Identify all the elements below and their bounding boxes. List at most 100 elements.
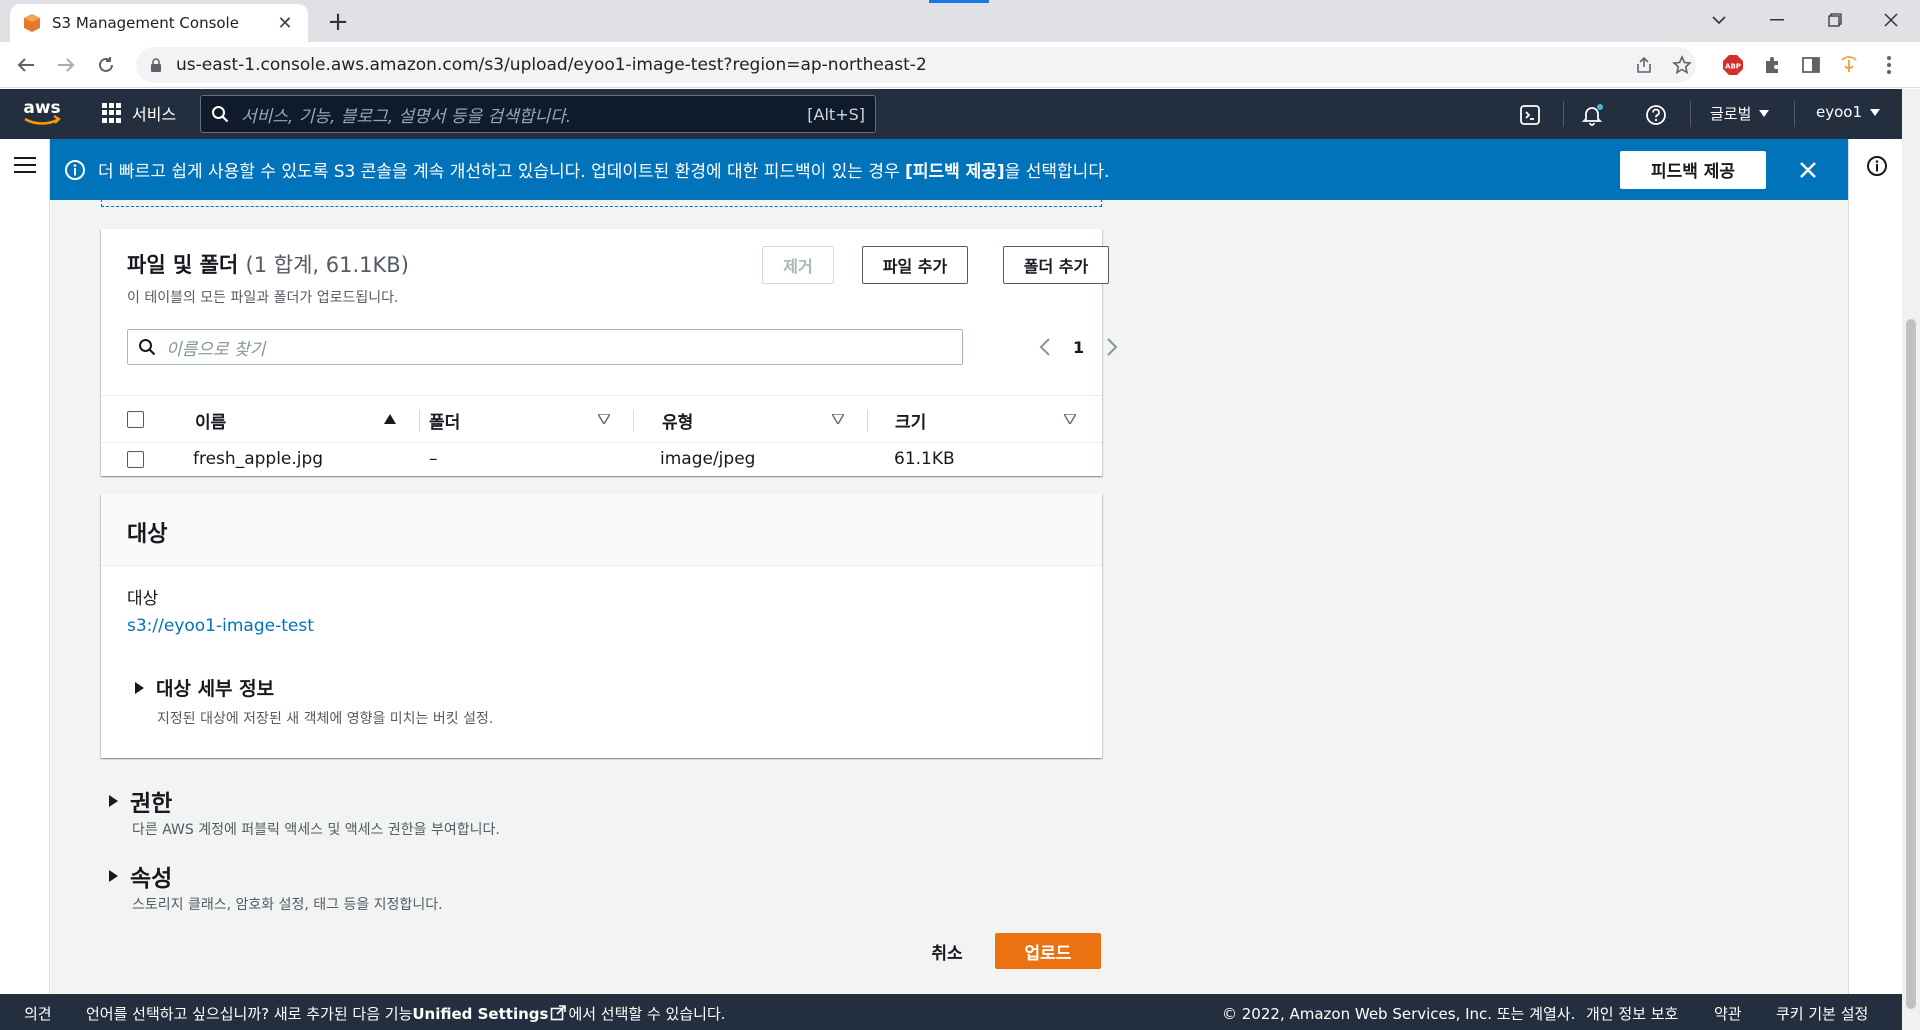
- caret-down-icon: [1759, 110, 1770, 117]
- aws-logo-icon[interactable]: aws: [20, 95, 64, 131]
- minimize-icon[interactable]: [1752, 0, 1802, 40]
- cloudshell-icon[interactable]: [1516, 101, 1544, 129]
- destination-details-expander[interactable]: 대상 세부 정보: [135, 674, 274, 701]
- aws-search-input[interactable]: 서비스, 기능, 블로그, 설명서 등을 검색합니다. [Alt+S]: [200, 95, 876, 133]
- column-header-size[interactable]: 크기: [895, 408, 926, 433]
- banner-message: 더 빠르고 쉽게 사용할 수 있도록 S3 콘솔을 계속 개선하고 있습니다. …: [98, 162, 1110, 182]
- region-label: 글로벌: [1710, 105, 1752, 123]
- forward-arrow-icon[interactable]: [50, 49, 82, 81]
- table-header: 이름 폴더 유형 크기: [101, 395, 1102, 443]
- footer-copyright: © 2022, Amazon Web Services, Inc. 또는 계열사…: [1222, 1005, 1576, 1023]
- remove-button[interactable]: 제거: [762, 246, 834, 284]
- caret-right-icon: [109, 870, 118, 882]
- info-panel-icon[interactable]: [1866, 155, 1888, 177]
- footer-language-message: 언어를 선택하고 싶으십니까? 새로 추가된 다음 기능Unified Sett…: [86, 1005, 726, 1023]
- page-scrollbar[interactable]: [1902, 89, 1920, 1030]
- grid-icon: [102, 103, 122, 123]
- share-icon[interactable]: [1628, 49, 1660, 81]
- url-bar[interactable]: us-east-1.console.aws.amazon.com/s3/uplo…: [136, 47, 1696, 83]
- table-row[interactable]: fresh_apple.jpg – image/jpeg 61.1KB: [101, 443, 1102, 477]
- files-and-folders-panel: 파일 및 폴더 (1 합계, 61.1KB) 이 테이블의 모든 파일과 폴더가…: [101, 229, 1118, 477]
- console-footer: 의견 언어를 선택하고 싶으십니까? 새로 추가된 다음 기능Unified S…: [0, 994, 1902, 1030]
- browser-tab[interactable]: S3 Management Console ✕: [10, 4, 308, 42]
- column-header-type[interactable]: 유형: [662, 408, 693, 433]
- add-files-button[interactable]: 파일 추가: [862, 246, 968, 284]
- permissions-expander[interactable]: 권한: [109, 784, 172, 818]
- pagination: 1: [1039, 333, 1118, 361]
- aws-s3-favicon-icon: [24, 14, 40, 32]
- caret-right-icon: [109, 795, 118, 807]
- services-menu-button[interactable]: 서비스: [102, 101, 176, 125]
- extensions-puzzle-icon[interactable]: [1760, 52, 1786, 78]
- destination-panel-title: 대상: [127, 522, 168, 547]
- close-tab-icon[interactable]: ✕: [274, 12, 296, 34]
- adblock-extension-icon[interactable]: ABP: [1720, 52, 1746, 78]
- search-icon: [212, 106, 229, 123]
- svg-text:ABP: ABP: [1725, 63, 1741, 71]
- chevron-right-icon[interactable]: [1106, 337, 1118, 357]
- properties-description: 스토리지 클래스, 암호화 설정, 태그 등을 지정합니다.: [132, 897, 443, 913]
- region-selector[interactable]: 글로벌: [1710, 103, 1770, 124]
- footer-privacy-link[interactable]: 개인 정보 보호: [1586, 1003, 1678, 1024]
- sort-unsorted-icon[interactable]: [598, 414, 610, 424]
- lock-icon: [151, 57, 161, 72]
- sort-unsorted-icon[interactable]: [832, 414, 844, 424]
- chevron-left-icon[interactable]: [1039, 337, 1051, 357]
- account-menu[interactable]: eyoo1: [1816, 103, 1881, 121]
- footer-terms-link[interactable]: 약관: [1714, 1003, 1742, 1024]
- side-panel-icon[interactable]: [1798, 52, 1824, 78]
- tab-search-icon[interactable]: [1694, 0, 1744, 40]
- add-folder-button[interactable]: 폴더 추가: [1003, 246, 1109, 284]
- reload-icon[interactable]: [90, 49, 122, 81]
- notifications-bell-icon[interactable]: [1578, 101, 1606, 129]
- sort-ascending-icon[interactable]: [384, 414, 396, 424]
- filter-by-name-input[interactable]: 이름으로 찾기: [127, 329, 963, 365]
- permissions-description: 다른 AWS 계정에 퍼블릭 액세스 및 액세스 권한을 부여합니다.: [132, 822, 500, 838]
- bookmark-star-icon[interactable]: [1666, 49, 1698, 81]
- cell-size: 61.1KB: [894, 449, 955, 469]
- external-link-icon: [551, 1005, 567, 1021]
- caret-right-icon: [135, 681, 144, 694]
- help-icon[interactable]: [1642, 101, 1670, 129]
- footer-feedback-link[interactable]: 의견: [24, 1003, 52, 1024]
- account-label: eyoo1: [1816, 103, 1863, 121]
- destination-bucket-link[interactable]: s3://eyoo1-image-test: [127, 616, 314, 636]
- cancel-button[interactable]: 취소: [907, 933, 987, 969]
- back-arrow-icon[interactable]: [10, 49, 42, 81]
- properties-title: 속성: [130, 866, 173, 892]
- column-header-folder[interactable]: 폴더: [429, 408, 460, 433]
- cell-folder: –: [429, 449, 438, 469]
- upload-button[interactable]: 업로드: [995, 933, 1101, 969]
- properties-expander[interactable]: 속성: [109, 859, 172, 893]
- provide-feedback-button[interactable]: 피드백 제공: [1620, 150, 1766, 189]
- info-icon: [65, 159, 85, 180]
- unified-settings-link[interactable]: Unified Settings: [412, 1005, 548, 1023]
- loading-indicator: [929, 0, 989, 3]
- new-tab-button[interactable]: +: [322, 6, 354, 38]
- restore-icon[interactable]: [1810, 0, 1860, 40]
- services-label: 서비스: [132, 105, 177, 124]
- destination-label: 대상: [127, 589, 159, 609]
- footer-cookies-link[interactable]: 쿠키 기본 설정: [1776, 1003, 1868, 1024]
- destination-details-description: 지정된 대상에 저장된 새 객체에 영향을 미치는 버킷 설정.: [157, 711, 494, 727]
- url-text: us-east-1.console.aws.amazon.com/s3/uplo…: [176, 55, 927, 75]
- files-panel-description: 이 테이블의 모든 파일과 폴더가 업로드됩니다.: [127, 290, 399, 306]
- row-checkbox[interactable]: [127, 451, 144, 468]
- close-icon[interactable]: [1794, 156, 1822, 184]
- search-icon: [139, 339, 156, 356]
- page-number[interactable]: 1: [1073, 338, 1084, 357]
- scrollbar-thumb[interactable]: [1906, 319, 1916, 1009]
- close-window-icon[interactable]: [1866, 0, 1916, 40]
- browser-menu-icon[interactable]: [1876, 52, 1902, 78]
- select-all-checkbox[interactable]: [127, 411, 144, 428]
- caret-down-icon: [1870, 108, 1881, 116]
- files-panel-title: 파일 및 폴더 (1 합계, 61.1KB): [127, 253, 409, 277]
- search-shortcut: [Alt+S]: [807, 104, 865, 124]
- sort-unsorted-icon[interactable]: [1064, 414, 1076, 424]
- right-help-rail: [1848, 139, 1902, 994]
- profile-extension-icon[interactable]: [1836, 52, 1862, 78]
- column-header-name[interactable]: 이름: [195, 408, 226, 433]
- menu-hamburger-icon[interactable]: [14, 157, 36, 178]
- svg-text:aws: aws: [23, 98, 60, 118]
- files-count: (1 합계, 61.1KB): [245, 253, 409, 277]
